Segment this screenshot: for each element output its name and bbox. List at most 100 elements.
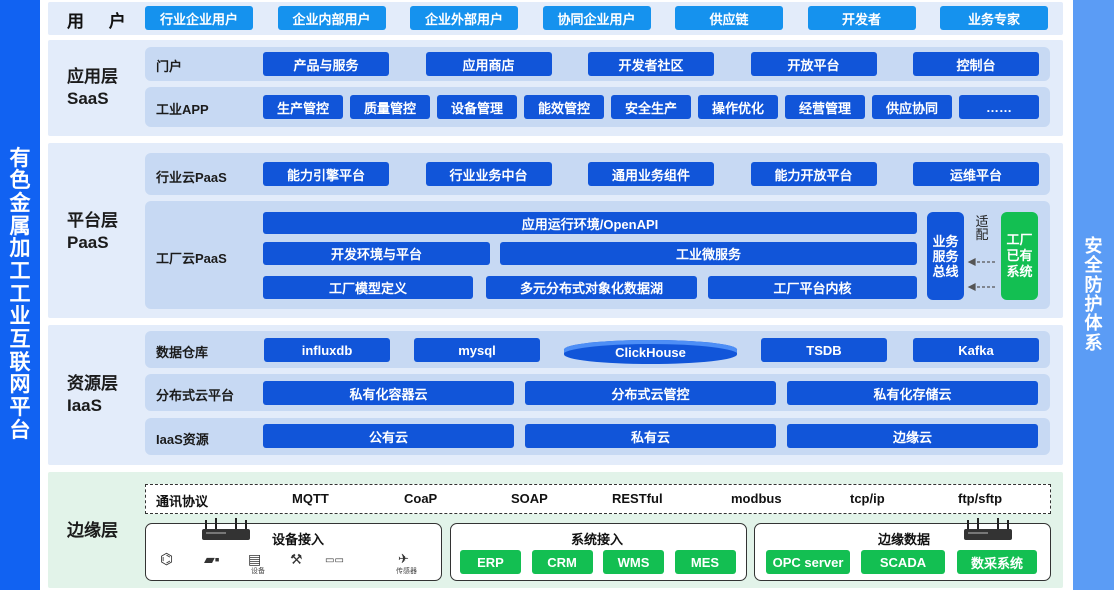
vertical-char: 有 <box>9 146 31 170</box>
data-store-0[interactable]: influxdb <box>264 338 390 362</box>
dev-environment[interactable]: 开发环境与平台 <box>263 242 490 265</box>
distributed-cloud-item-0[interactable]: 私有化容器云 <box>263 381 514 405</box>
sensor-icon: ✈ <box>398 551 409 566</box>
saas-layer-name: 应用层 SaaS <box>67 66 118 110</box>
label-line: 配 <box>975 227 989 242</box>
protocol-4: modbus <box>731 491 782 506</box>
vertical-char: 业 <box>9 305 31 329</box>
system-access-item-1[interactable]: CRM <box>531 550 593 574</box>
industry-paas-item-2[interactable]: 通用业务组件 <box>588 162 714 186</box>
iaas-resource-label: IaaS资源 <box>156 432 209 447</box>
industrial-app-0[interactable]: 生产管控 <box>263 95 343 119</box>
edge-data-item-0[interactable]: OPC server <box>766 550 850 574</box>
industrial-app-7[interactable]: 供应协同 <box>872 95 952 119</box>
portal-item-1[interactable]: 应用商店 <box>425 52 552 76</box>
vertical-char: 工 <box>9 259 31 283</box>
label-line: 已有 <box>1006 248 1033 263</box>
protocol-2: SOAP <box>511 491 548 506</box>
vertical-char: 体 <box>1084 313 1103 334</box>
protocol-0: MQTT <box>292 491 329 506</box>
iaas-resource-item-1[interactable]: 私有云 <box>525 424 776 448</box>
label-line: 系统 <box>1006 264 1033 279</box>
saas-name-en: SaaS <box>67 89 109 108</box>
factory-kernel[interactable]: 工厂平台内核 <box>708 276 917 299</box>
industrial-app-6[interactable]: 经营管理 <box>785 95 865 119</box>
user-type-1[interactable]: 企业内部用户 <box>277 6 386 30</box>
iaas-resource-item-2[interactable]: 边缘云 <box>787 424 1038 448</box>
user-type-4[interactable]: 供应链 <box>675 6 783 30</box>
distributed-cloud-item-1[interactable]: 分布式云管控 <box>525 381 776 405</box>
user-type-6[interactable]: 业务专家 <box>940 6 1048 30</box>
system-access-item-2[interactable]: WMS <box>603 550 664 574</box>
paas-name-en: PaaS <box>67 233 109 252</box>
edge-router-icon <box>964 518 1012 540</box>
industry-paas-item-0[interactable]: 能力引擎平台 <box>263 162 389 186</box>
adapt-arrows <box>967 258 995 291</box>
industrial-app-8[interactable]: …… <box>959 95 1039 119</box>
portal-label: 门户 <box>156 59 183 74</box>
iaas-name-en: IaaS <box>67 396 102 415</box>
paas-layer-name: 平台层 PaaS <box>67 210 118 254</box>
edge-layer-name: 边缘层 <box>67 520 118 542</box>
system-access-item-0[interactable]: ERP <box>460 550 521 574</box>
platform-title-bar: 有色金属加工工业互联网平台 <box>0 0 40 590</box>
data-store-2[interactable]: ClickHouse <box>564 340 737 364</box>
saas-name-cn: 应用层 <box>67 67 118 86</box>
data-store-1[interactable]: mysql <box>414 338 540 362</box>
vertical-char: 护 <box>1084 294 1103 314</box>
industry-paas-item-4[interactable]: 运维平台 <box>913 162 1039 186</box>
user-type-0[interactable]: 行业企业用户 <box>145 6 253 30</box>
user-type-2[interactable]: 企业外部用户 <box>410 6 518 30</box>
iaas-layer-name: 资源层 IaaS <box>67 373 118 417</box>
industrial-app-1[interactable]: 质量管控 <box>350 95 430 119</box>
arm-icon: ⚒ <box>290 551 303 567</box>
portal-item-2[interactable]: 开发者社区 <box>588 52 714 76</box>
existing-factory-systems[interactable]: 工厂 已有 系统 <box>1001 212 1038 300</box>
label-line: 总线 <box>932 263 959 279</box>
device-caption: 设备 <box>251 568 265 575</box>
iaas-resource-item-0[interactable]: 公有云 <box>263 424 514 448</box>
industry-paas-item-3[interactable]: 能力开放平台 <box>750 162 877 186</box>
edge-data-item-2[interactable]: 数采系统 <box>957 550 1037 574</box>
paas-name-cn: 平台层 <box>67 211 118 230</box>
vertical-char: 系 <box>1084 332 1103 353</box>
portal-item-4[interactable]: 控制台 <box>913 52 1039 76</box>
portal-item-3[interactable]: 开放平台 <box>750 52 877 76</box>
industrial-app-2[interactable]: 设备管理 <box>437 95 517 119</box>
data-lake[interactable]: 多元分布式对象化数据湖 <box>486 276 697 299</box>
industrial-app-3[interactable]: 能效管控 <box>524 95 604 119</box>
factory-model[interactable]: 工厂模型定义 <box>263 276 473 299</box>
protocol-box <box>145 484 1051 514</box>
industrial-app-5[interactable]: 操作优化 <box>698 95 778 119</box>
data-store-3[interactable]: TSDB <box>761 338 887 362</box>
vertical-char: 色 <box>9 169 31 193</box>
vertical-char: 互 <box>9 328 31 351</box>
arrow-left-icon <box>967 258 995 266</box>
user-type-5[interactable]: 开发者 <box>807 6 916 30</box>
system-access-item-3[interactable]: MES <box>674 550 736 574</box>
vertical-char: 防 <box>1084 274 1103 295</box>
edge-data-item-1[interactable]: SCADA <box>861 550 945 574</box>
industrial-microservice[interactable]: 工业微服务 <box>500 242 917 265</box>
vertical-char: 台 <box>9 418 31 442</box>
distributed-cloud-item-2[interactable]: 私有化存储云 <box>787 381 1038 405</box>
industry-paas-item-1[interactable]: 行业业务中台 <box>425 162 552 186</box>
vertical-char: 安 <box>1084 235 1103 256</box>
runtime-openapi[interactable]: 应用运行环境/OpenAPI <box>263 212 917 234</box>
vertical-char: 属 <box>9 214 31 238</box>
vertical-char: 网 <box>9 373 31 397</box>
industrial-app-4[interactable]: 安全生产 <box>611 95 691 119</box>
service-bus-label: 业务 服务 总线 <box>932 234 958 279</box>
edge-gateway-icon <box>202 518 250 540</box>
service-bus[interactable]: 业务 服务 总线 <box>927 212 964 300</box>
device-access-title: 设备接入 <box>272 532 325 547</box>
security-system-title: 安全防护体系 <box>1084 235 1103 354</box>
protocol-5: tcp/ip <box>850 491 885 506</box>
user-type-3[interactable]: 协同企业用户 <box>542 6 651 30</box>
label-line: 服务 <box>932 248 959 264</box>
portal-item-0[interactable]: 产品与服务 <box>263 52 389 76</box>
data-store-4[interactable]: Kafka <box>913 338 1039 362</box>
security-system-bar: 安全防护体系 <box>1073 0 1114 590</box>
protocol-label: 通讯协议 <box>156 494 209 509</box>
vertical-char: 工 <box>9 282 31 306</box>
